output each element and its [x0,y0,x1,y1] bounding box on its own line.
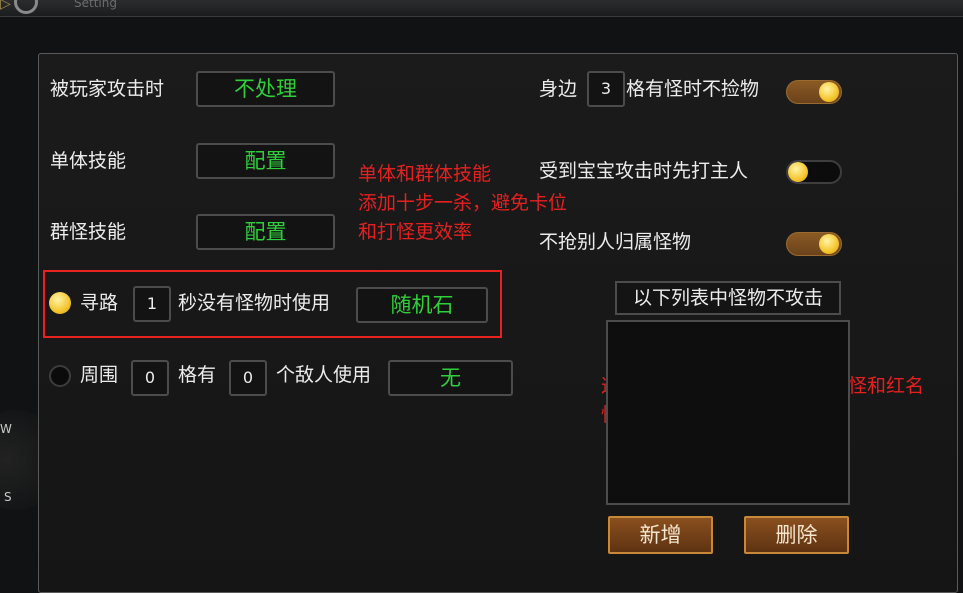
pet-attacked-toggle[interactable] [786,160,842,184]
nearby-loot-label: 身边 [539,78,578,100]
toggle-knob [819,82,839,102]
skill-annotation-line: 添加十步一杀，避免卡位 [358,192,568,214]
window-title: Setting [74,0,117,10]
pet-attacked-label: 受到宝宝攻击时先打主人 [539,160,749,182]
attacked-by-player-select[interactable]: 不处理 [196,71,335,107]
toggle-knob [788,162,808,182]
compass-s: S [4,490,12,504]
pathfind-label: 寻路 [80,292,119,314]
compass-w: W [0,422,12,436]
group-skill-config-button[interactable]: 配置 [196,214,335,250]
skill-annotation-line: 单体和群体技能 [358,163,492,185]
toggle-knob [819,234,839,254]
surround-cells-label: 格有 [178,364,217,386]
skill-annotation: 单体和群体技能 添加十步一杀，避免卡位 和打怪更效率 [358,160,567,247]
pathfind-seconds-input[interactable]: 1 [133,286,171,322]
surround-label: 周围 [80,364,119,386]
no-steal-label: 不抢别人归属怪物 [539,231,692,253]
pathfind-radio[interactable] [49,292,71,314]
back-arrow-icon[interactable]: ▷ [0,0,11,12]
surround-enemies-label: 个敌人使用 [276,364,372,386]
add-button[interactable]: 新增 [608,516,713,554]
single-skill-label: 单体技能 [50,150,127,172]
window-title-bar: ▷ Setting [0,0,963,17]
surround-enemies-input[interactable]: 0 [229,360,267,396]
exclude-list-title: 以下列表中怪物不攻击 [615,281,841,315]
delete-button[interactable]: 删除 [744,516,849,554]
nearby-loot-toggle[interactable] [786,80,842,104]
nearby-loot-label-b: 格有怪时不捡物 [626,78,760,100]
gear-icon [14,0,38,14]
surround-radio[interactable] [49,365,71,387]
exclude-monster-list[interactable] [606,320,850,505]
nearby-loot-cells-input[interactable]: 3 [587,71,625,107]
attacked-by-player-label: 被玩家攻击时 [50,78,165,100]
pathfind-item-select[interactable]: 随机石 [356,287,488,323]
surround-item-select[interactable]: 无 [388,360,513,396]
skill-annotation-line: 和打怪更效率 [358,221,473,243]
group-skill-label: 群怪技能 [50,221,127,243]
surround-cells-input[interactable]: 0 [131,360,169,396]
single-skill-config-button[interactable]: 配置 [196,143,335,179]
no-steal-toggle[interactable] [786,232,842,256]
pathfind-seconds-label: 秒没有怪物时使用 [178,292,331,314]
